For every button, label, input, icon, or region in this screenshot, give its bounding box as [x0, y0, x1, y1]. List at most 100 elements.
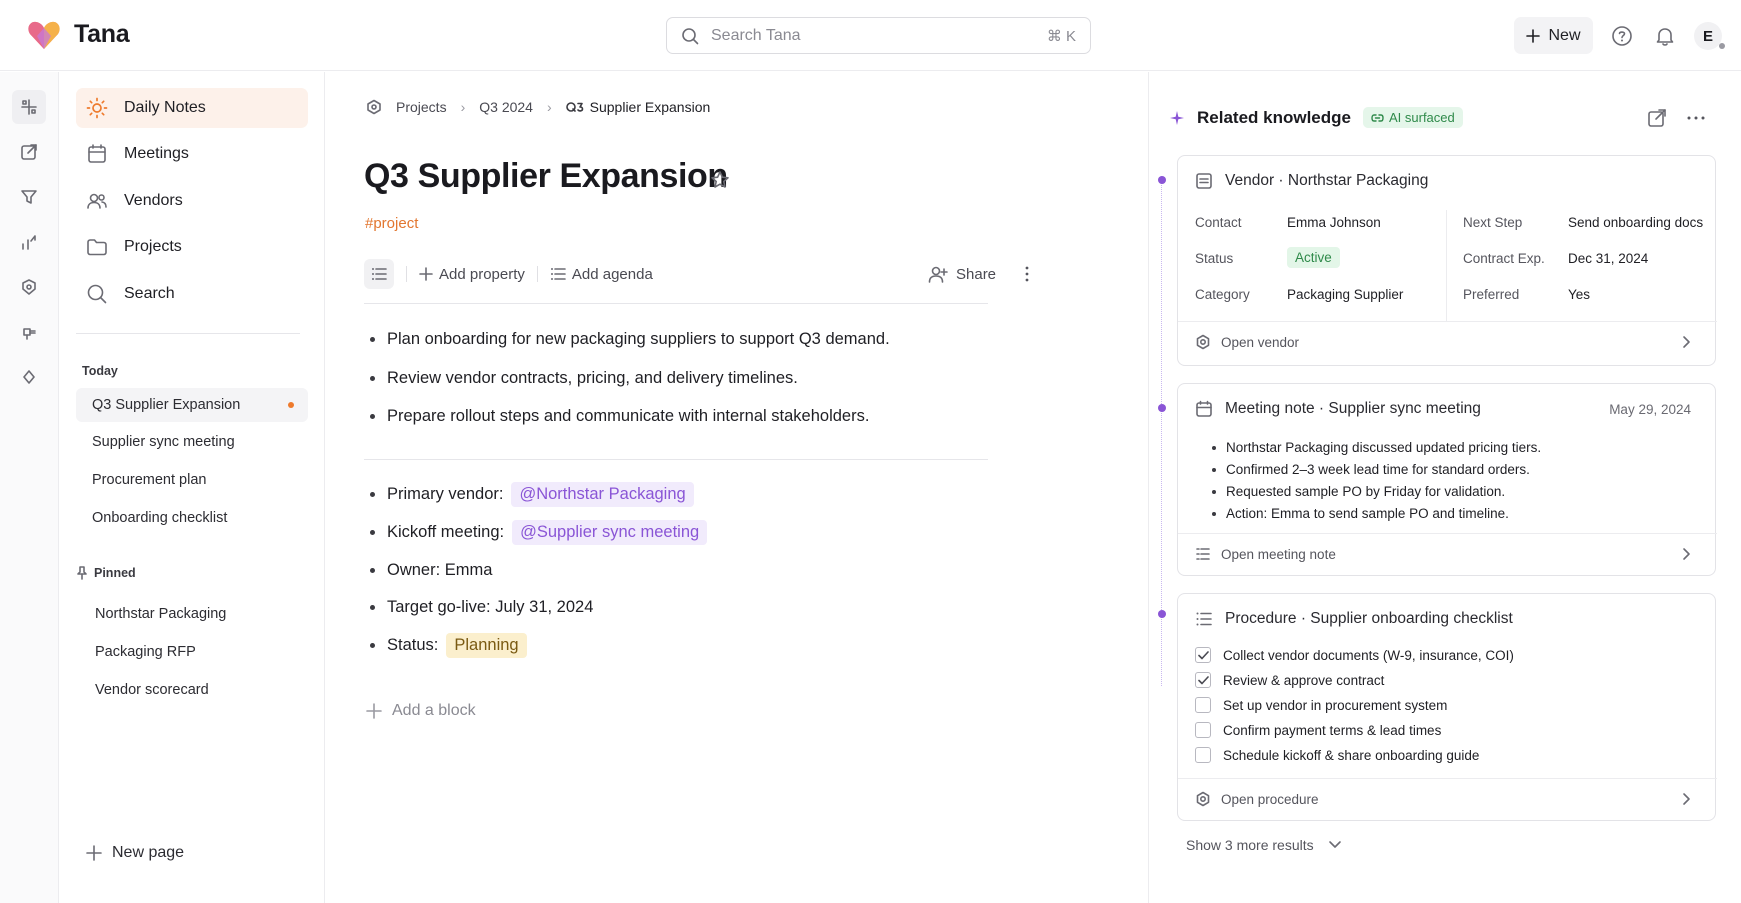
chart-icon[interactable] [12, 225, 46, 259]
checklist-item[interactable]: Collect vendor documents (W-9, insurance… [1195, 647, 1514, 663]
star-icon[interactable] [710, 170, 730, 190]
folder-icon [87, 239, 107, 256]
checklist-item[interactable]: Confirm payment terms & lead times [1195, 722, 1441, 738]
breadcrumb-item[interactable]: Q3 2024 [479, 99, 533, 115]
add-agenda-button[interactable]: Add agenda [550, 266, 653, 283]
checklist-label: Schedule kickoff & share onboarding guid… [1223, 747, 1480, 763]
share-button[interactable]: Share [928, 265, 996, 283]
diamond-icon[interactable] [12, 360, 46, 394]
checkbox-checked[interactable] [1195, 647, 1211, 663]
chevron-right-icon[interactable] [1681, 335, 1691, 349]
export-icon[interactable] [12, 135, 46, 169]
status-badge[interactable]: Planning [446, 633, 527, 658]
sidebar-item-daily-notes[interactable]: Daily Notes [76, 88, 308, 128]
checkbox-checked[interactable] [1195, 672, 1211, 688]
open-external-icon[interactable] [1647, 108, 1667, 128]
checkbox-unchecked[interactable] [1195, 697, 1211, 713]
bullet-text: Action: Emma to send sample PO and timel… [1226, 506, 1509, 521]
plug-icon[interactable] [12, 315, 46, 349]
field-label: Status: [387, 636, 439, 654]
vendor-mention[interactable]: @Northstar Packaging [511, 482, 694, 507]
today-item[interactable]: Supplier sync meeting [76, 425, 308, 459]
procedure-card[interactable]: Procedure · Supplier onboarding checklis… [1177, 593, 1717, 821]
checkbox-unchecked[interactable] [1195, 747, 1211, 763]
more-vertical-icon[interactable] [1024, 266, 1030, 282]
bullet-item[interactable]: Review vendor contracts, pricing, and de… [370, 369, 798, 388]
search-bar[interactable]: Search Tana ⌘ K [666, 17, 1091, 54]
gear-icon [1196, 334, 1210, 350]
add-agenda-label: Add agenda [571, 265, 653, 283]
field-owner[interactable]: Owner: Emma [370, 561, 492, 580]
users-icon [87, 193, 107, 209]
calendar-icon [1196, 400, 1212, 417]
bullet-item[interactable]: Prepare rollout steps and communicate wi… [370, 407, 869, 426]
panel-title: Related knowledge [1197, 107, 1351, 127]
top-bar: Tana Search Tana ⌘ K New E [0, 0, 1741, 71]
prop-value: Emma Johnson [1287, 215, 1381, 230]
chevron-right-icon: › [460, 99, 466, 115]
card-header: Procedure · Supplier onboarding checklis… [1195, 610, 1513, 628]
open-vendor-link[interactable]: Open vendor [1195, 334, 1299, 350]
chevron-right-icon[interactable] [1681, 792, 1691, 806]
bullet-text: Plan onboarding for new packaging suppli… [387, 330, 890, 348]
today-item[interactable]: Onboarding checklist [76, 501, 308, 535]
add-property-button[interactable]: Add property [419, 266, 525, 283]
add-block-button[interactable]: Add a block [366, 702, 476, 720]
vendor-card[interactable]: Vendor · Northstar Packaging Contact Emm… [1177, 155, 1717, 366]
checklist-item[interactable]: Schedule kickoff & share onboarding guid… [1195, 747, 1479, 763]
project-tag[interactable]: #project [365, 215, 418, 232]
field-target[interactable]: Target go-live: July 31, 2024 [370, 598, 593, 617]
list-view-button[interactable] [364, 259, 394, 289]
today-item[interactable]: Q3 Supplier Expansion [76, 388, 308, 422]
new-button-label: New [1548, 26, 1581, 44]
avatar[interactable]: E [1694, 22, 1722, 50]
sidebar-item-projects[interactable]: Projects [76, 227, 308, 267]
page-title: Q3 Supplier Expansion [364, 157, 728, 195]
timeline-dot [1158, 176, 1166, 184]
today-item[interactable]: Procurement plan [76, 463, 308, 497]
filter-icon[interactable] [12, 180, 46, 214]
bullet-dot [370, 605, 375, 610]
workspace-icon[interactable] [366, 99, 382, 115]
prop-key: Contract Exp. [1463, 251, 1545, 266]
meeting-note-card[interactable]: Meeting note · Supplier sync meeting May… [1177, 383, 1717, 576]
new-button[interactable]: New [1514, 17, 1593, 54]
help-icon[interactable] [1611, 25, 1633, 47]
sidebar-item-label: Search [124, 285, 175, 302]
checkbox-unchecked[interactable] [1195, 722, 1211, 738]
sidebar-item-label: Vendors [124, 192, 183, 209]
grid-icon[interactable] [12, 90, 46, 124]
tana-logo[interactable] [27, 18, 61, 52]
open-meeting-note-link[interactable]: Open meeting note [1195, 546, 1336, 562]
new-page-button[interactable]: New page [86, 844, 184, 862]
breadcrumb-current[interactable]: Supplier Expansion [565, 99, 710, 115]
pinned-item[interactable]: Northstar Packaging [95, 606, 226, 622]
bullet-dot [370, 530, 375, 535]
breadcrumb-item[interactable]: Projects [396, 99, 447, 115]
pinned-item[interactable]: Vendor scorecard [95, 682, 209, 698]
sidebar-item-vendors[interactable]: Vendors [76, 181, 308, 221]
bullet-dot [1212, 511, 1216, 516]
checklist-item[interactable]: Set up vendor in procurement system [1195, 697, 1447, 713]
shield-icon[interactable] [12, 270, 46, 304]
divider [364, 459, 988, 460]
sidebar-item-search[interactable]: Search [76, 274, 308, 314]
document-icon [1196, 173, 1212, 189]
more-horizontal-icon[interactable] [1687, 116, 1705, 120]
bullet-item[interactable]: Plan onboarding for new packaging suppli… [370, 330, 890, 349]
field-kickoff-meeting: Kickoff meeting: @Supplier sync meeting [370, 520, 708, 545]
toolbar-divider [406, 266, 407, 282]
sidebar-item-meetings[interactable]: Meetings [76, 134, 308, 174]
status-badge: Active [1287, 247, 1340, 268]
pinned-item[interactable]: Packaging RFP [95, 644, 196, 660]
checklist-item[interactable]: Review & approve contract [1195, 672, 1384, 688]
pinned-section-header: Pinned [76, 566, 136, 580]
bell-icon[interactable] [1654, 25, 1676, 47]
link-icon [1371, 113, 1384, 122]
meeting-mention[interactable]: @Supplier sync meeting [512, 520, 708, 545]
open-procedure-link[interactable]: Open procedure [1195, 791, 1319, 807]
show-more-results-button[interactable]: Show 3 more results [1186, 837, 1342, 853]
chevron-right-icon[interactable] [1681, 547, 1691, 561]
icon-rail [0, 72, 59, 903]
checklist-icon [1196, 612, 1212, 626]
